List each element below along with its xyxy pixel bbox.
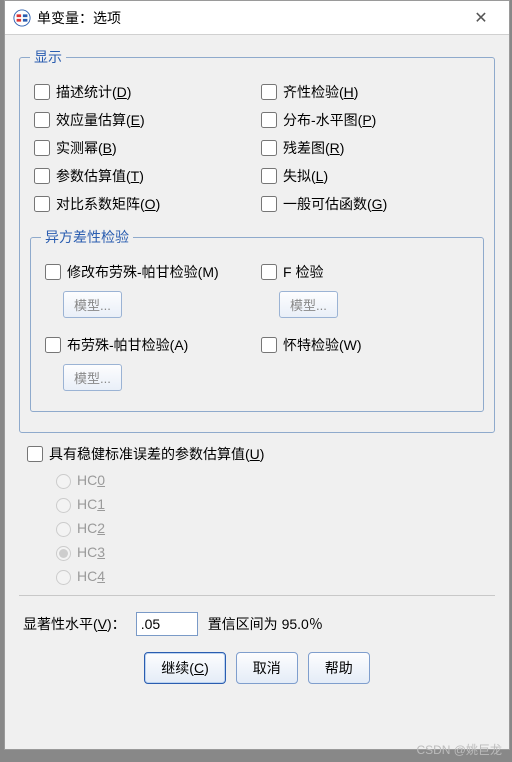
dialog-title: 单变量：选项	[37, 8, 461, 28]
display-right-4[interactable]: 一般可估函数(G)	[257, 193, 484, 215]
app-icon	[13, 9, 31, 27]
robust-radio-hc2: HC2	[51, 519, 491, 537]
significance-input[interactable]	[136, 612, 198, 636]
robust-radio-list: HC0 HC1 HC2 HC3 HC4	[51, 471, 491, 585]
display-right-3[interactable]: 失拟(L)	[257, 165, 484, 187]
cancel-button[interactable]: 取消	[236, 652, 298, 684]
hetero-model-button-0: 模型...	[63, 291, 122, 318]
display-group: 显示 描述统计(D) 效应量估算(E) 实测幂(B) 参数估算值(T) 对比系数矩阵(O…	[19, 47, 495, 433]
display-left-1[interactable]: 效应量估算(E)	[30, 109, 257, 131]
display-right-1[interactable]: 分布-水平图(P)	[257, 109, 484, 131]
hetero-check-2[interactable]: 布劳殊-帕甘检验(A)	[41, 334, 257, 356]
robust-checkbox[interactable]: 具有稳健标准误差的参数估算值(U)	[23, 443, 491, 465]
hetero-check-3[interactable]: 怀特检验(W)	[257, 334, 473, 356]
hetero-check-1[interactable]: F 检验	[257, 261, 473, 283]
hetero-model-button-1: 模型...	[279, 291, 338, 318]
hetero-check-0[interactable]: 修改布劳殊-帕甘检验(M)	[41, 261, 257, 283]
dialog-window: 单变量：选项 ✕ 显示 描述统计(D) 效应量估算(E) 实测幂(B) 参数估算值(T…	[4, 0, 510, 750]
display-right-2[interactable]: 残差图(R)	[257, 137, 484, 159]
close-icon[interactable]: ✕	[461, 8, 501, 28]
display-right-0[interactable]: 齐性检验(H)	[257, 81, 484, 103]
continue-button[interactable]: 继续(C)	[144, 652, 225, 684]
display-left-4[interactable]: 对比系数矩阵(O)	[30, 193, 257, 215]
robust-radio-hc4: HC4	[51, 567, 491, 585]
hetero-group: 异方差性检验 修改布劳殊-帕甘检验(M) 模型... F 检验模型... 布劳殊-帕甘…	[30, 227, 484, 412]
robust-radio-hc3: HC3	[51, 543, 491, 561]
display-left-0[interactable]: 描述统计(D)	[30, 81, 257, 103]
robust-radio-hc1: HC1	[51, 495, 491, 513]
hetero-legend: 异方差性检验	[41, 227, 133, 247]
hetero-model-button-2: 模型...	[63, 364, 122, 391]
separator	[19, 595, 495, 596]
ci-label: 置信区间为 95.0％	[208, 614, 323, 634]
button-bar: 继续(C) 取消 帮助	[19, 648, 495, 686]
display-legend: 显示	[30, 47, 66, 67]
robust-radio-hc0: HC0	[51, 471, 491, 489]
display-left-3[interactable]: 参数估算值(T)	[30, 165, 257, 187]
display-left-2[interactable]: 实测幂(B)	[30, 137, 257, 159]
significance-row: 显著性水平(V)： 置信区间为 95.0％	[19, 606, 495, 648]
help-button[interactable]: 帮助	[308, 652, 370, 684]
dialog-content: 显示 描述统计(D) 效应量估算(E) 实测幂(B) 参数估算值(T) 对比系数矩阵(O…	[5, 35, 509, 696]
title-bar: 单变量：选项 ✕	[5, 1, 509, 35]
watermark: CSDN @姚巨龙	[416, 741, 502, 758]
robust-block: 具有稳健标准误差的参数估算值(U) HC0 HC1 HC2 HC3 HC4	[19, 443, 495, 585]
